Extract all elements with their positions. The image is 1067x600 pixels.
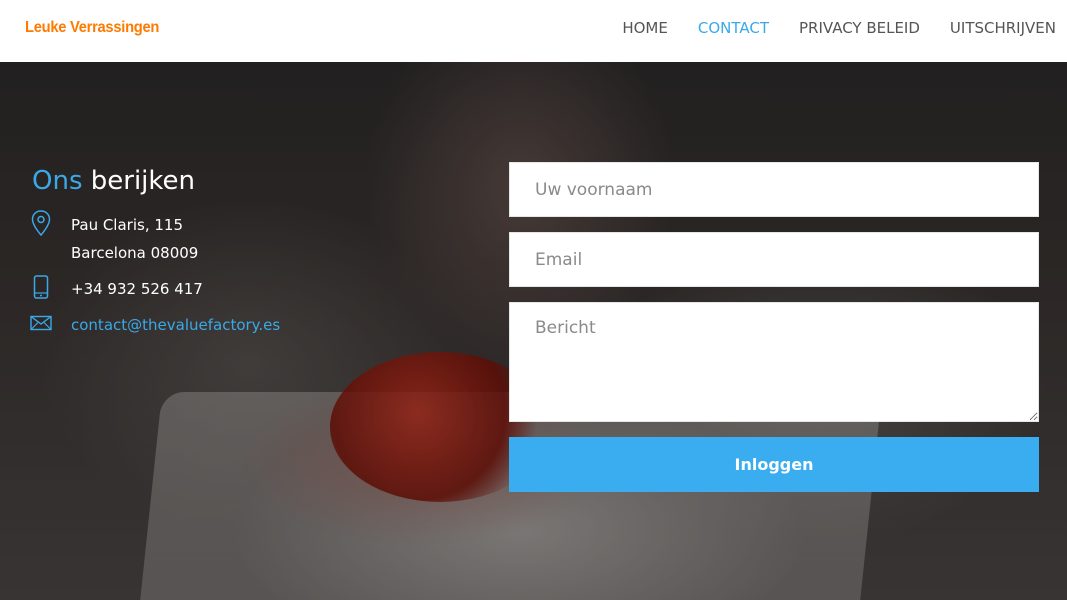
address-row: Pau Claris, 115 Barcelona 08009	[30, 210, 198, 267]
email-row: contact@thevaluefactory.es	[30, 311, 280, 339]
nav-unsubscribe[interactable]: UITSCHRIJVEN	[950, 19, 1056, 37]
phone-row: +34 932 526 417	[30, 275, 203, 303]
site-logo[interactable]: Leuke Verrassingen	[25, 19, 159, 37]
nav-home[interactable]: HOME	[622, 19, 668, 37]
message-textarea[interactable]	[509, 302, 1039, 422]
email-input[interactable]	[509, 232, 1039, 287]
address-text: Pau Claris, 115 Barcelona 08009	[71, 211, 198, 267]
email-link[interactable]: contact@thevaluefactory.es	[71, 316, 280, 334]
contact-title: Ons berijken	[32, 166, 195, 196]
contact-title-rest: berijken	[90, 166, 196, 196]
map-pin-icon	[30, 210, 52, 236]
firstname-input[interactable]	[509, 162, 1039, 217]
site-header: Leuke Verrassingen HOME CONTACT PRIVACY …	[0, 0, 1067, 62]
phone-text: +34 932 526 417	[71, 280, 203, 298]
nav-contact[interactable]: CONTACT	[698, 19, 769, 37]
submit-button[interactable]: Inloggen	[509, 437, 1039, 492]
address-line1: Pau Claris, 115	[71, 216, 183, 234]
nav-privacy[interactable]: PRIVACY BELEID	[799, 19, 920, 37]
main-nav: HOME CONTACT PRIVACY BELEID UITSCHRIJVEN	[622, 19, 1056, 37]
contact-title-accent: Ons	[32, 166, 83, 196]
envelope-icon	[30, 311, 52, 335]
address-line2: Barcelona 08009	[71, 244, 199, 262]
contact-form: Inloggen	[509, 162, 1039, 492]
email-text: contact@thevaluefactory.es	[71, 311, 280, 339]
phone-icon	[30, 275, 52, 299]
